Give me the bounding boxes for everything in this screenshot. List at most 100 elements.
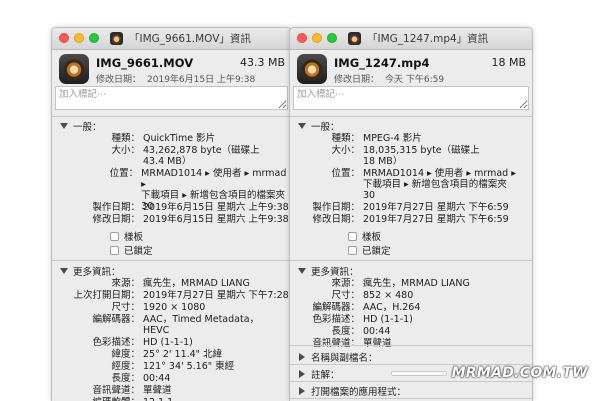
more-info-section-toggle[interactable]: 更多資訊： — [60, 264, 121, 278]
modified-label: 修改日期： — [334, 75, 380, 85]
info-window-left: 「IMG_9661.MOV」資訊 IMG_9661.MOV 43.3 MB 修改… — [51, 27, 292, 401]
general-info-row: 製作日期： 2019年7月27日 星期六 下午6:59 — [290, 202, 509, 213]
divider — [290, 381, 532, 382]
locked-label: 已鎖定 — [362, 246, 391, 257]
divider — [290, 116, 532, 117]
field-label: 音訊聲道： — [92, 385, 140, 396]
close-window-button[interactable] — [59, 33, 69, 43]
field-value: 18,035,315 byte（磁碟上 18 MB） — [363, 145, 480, 167]
more-info-row: 音訊聲道： 單聲道 — [290, 338, 392, 349]
disclosure-open-icon — [60, 123, 68, 129]
section-title: 打開檔案的應用程式： — [311, 387, 407, 398]
field-value: 2019年7月27日 星期六 下午6:59 — [363, 202, 509, 213]
locked-checkbox-row[interactable]: 已鎖定 — [110, 243, 153, 257]
field-label: 製作日期： — [92, 202, 140, 213]
stationery-checkbox-row[interactable]: 樣板 — [110, 229, 143, 243]
field-label: 緯度： — [111, 349, 140, 360]
video-file-icon — [297, 54, 327, 84]
window-title: 「IMG_9661.MOV」資訊 — [129, 33, 251, 45]
more-info-row: 編碼軟體：12.1.1 — [52, 397, 173, 401]
section-title: 一般： — [73, 122, 102, 133]
more-info-row: 來源： 瘋先生，MRMAD LIANG — [52, 278, 250, 289]
tags-field[interactable] — [293, 86, 529, 110]
close-window-button[interactable] — [297, 33, 307, 43]
stationery-label: 樣板 — [362, 232, 382, 243]
field-value: 瘋先生，MRMAD LIANG — [363, 278, 470, 289]
field-value: 25° 2' 11.4" 北緯 — [143, 349, 223, 360]
section-title: 名稱與副檔名： — [311, 353, 378, 364]
general-section-toggle[interactable]: 一般： — [298, 119, 340, 133]
field-label: 色彩描述： — [312, 314, 360, 325]
field-label: 上次打開日期： — [73, 290, 140, 301]
more-info-row: 編解碼器： AAC，Timed Metadata， HEVC — [52, 314, 259, 336]
more-info-row: 來源： 瘋先生，MRMAD LIANG — [290, 278, 470, 289]
zoom-window-button[interactable] — [89, 33, 99, 43]
field-label: 修改日期： — [92, 214, 140, 225]
field-label: 色彩描述： — [92, 337, 140, 348]
field-value: 單聲道 — [143, 385, 172, 396]
field-value: 瘋先生，MRMAD LIANG — [143, 278, 250, 289]
field-value: HD (1-1-1) — [363, 314, 413, 325]
section-title: 更多資訊： — [311, 267, 359, 278]
general-info-row: 大小： 18,035,315 byte（磁碟上 18 MB） — [290, 145, 480, 167]
general-section-toggle[interactable]: 一般： — [60, 119, 102, 133]
general-info-row: 製作日期： 2019年6月15日 星期六 上午9:38 — [52, 202, 289, 213]
modified-label: 修改日期： — [96, 75, 142, 85]
general-info-row: 修改日期： 2019年6月15日 星期六 上午9:38 — [52, 214, 289, 225]
field-value: 00:44 — [363, 326, 391, 337]
minimize-window-button[interactable] — [74, 33, 84, 43]
file-name: IMG_1247.mp4 — [334, 56, 430, 70]
divider — [290, 398, 532, 399]
field-label: 尺寸： — [331, 290, 360, 301]
field-value: 2019年6月15日 星期六 上午9:38 — [143, 214, 289, 225]
video-file-icon — [59, 54, 89, 84]
field-value: 00:44 — [143, 373, 171, 384]
collapsed-section-toggle[interactable]: 註解： — [298, 367, 340, 381]
stationery-checkbox[interactable] — [110, 231, 119, 241]
field-value: 2019年6月15日 星期六 上午9:38 — [143, 202, 289, 213]
stationery-checkbox[interactable] — [348, 231, 357, 241]
locked-checkbox-row[interactable]: 已鎖定 — [348, 243, 391, 257]
more-info-section-toggle[interactable]: 更多資訊： — [298, 264, 359, 278]
more-info-row: 長度： 00:44 — [290, 326, 390, 337]
field-label: 修改日期： — [312, 214, 360, 225]
field-value: MRMAD1014 ▸ 使用者 ▸ mrmad ▸ 下載項目 ▸ 新增包含項目的… — [363, 168, 516, 201]
field-value: MPEG-4 影片 — [363, 133, 422, 144]
locked-checkbox[interactable] — [348, 245, 357, 255]
field-label: 長度： — [331, 326, 360, 337]
divider — [290, 345, 532, 346]
field-value: AAC，H.264 — [363, 302, 421, 313]
stationery-checkbox-row[interactable]: 樣板 — [348, 229, 381, 243]
more-info-row: 長度： 00:44 — [52, 373, 170, 384]
title-bar[interactable]: 「IMG_9661.MOV」資訊 — [52, 28, 291, 50]
field-value: 12.1.1 — [140, 397, 173, 401]
title-bar[interactable]: 「IMG_1247.mp4」資訊 — [290, 28, 532, 50]
section-title: 一般： — [311, 122, 340, 133]
field-value: 121° 34' 5.16" 東經 — [143, 361, 235, 372]
collapsed-section-toggle[interactable]: 打開檔案的應用程式： — [298, 384, 406, 398]
more-info-row: 尺寸： 1920 × 1080 — [52, 302, 205, 313]
zoom-window-button[interactable] — [327, 33, 337, 43]
divider — [52, 260, 291, 261]
field-label: 音訊聲道： — [312, 338, 360, 349]
field-label: 編解碼器： — [312, 302, 360, 313]
locked-label: 已鎖定 — [124, 246, 153, 257]
locked-checkbox[interactable] — [110, 245, 119, 255]
minimize-window-button[interactable] — [312, 33, 322, 43]
collapsed-section-toggle[interactable]: 名稱與副檔名： — [298, 350, 378, 364]
divider — [52, 116, 291, 117]
file-name: IMG_9661.MOV — [96, 56, 194, 70]
more-info-row: 編解碼器： AAC，H.264 — [290, 302, 420, 313]
disclosure-open-icon — [60, 268, 68, 274]
general-info-row: 大小： 43,262,878 byte（磁碟上 43.4 MB） — [52, 145, 260, 167]
general-info-row: 種類： MPEG-4 影片 — [290, 133, 422, 144]
modified-value: 2019年6月15日 上午9:38 — [147, 75, 256, 85]
modified-value: 今天 下午6:59 — [385, 75, 445, 85]
section-title: 註解： — [311, 370, 340, 381]
field-label: 尺寸： — [111, 302, 140, 313]
field-value: 單聲道 — [363, 338, 392, 349]
section-title: 更多資訊： — [73, 267, 121, 278]
field-value: 43,262,878 byte（磁碟上 43.4 MB） — [143, 145, 260, 167]
disclosure-open-icon — [298, 123, 306, 129]
tags-field[interactable] — [55, 86, 288, 110]
